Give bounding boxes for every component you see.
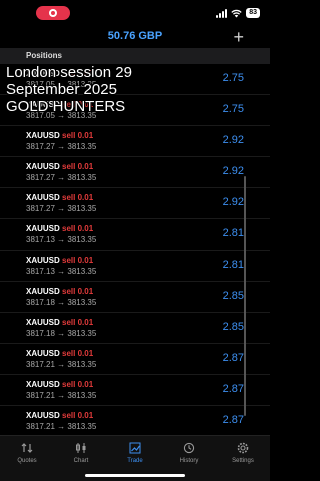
position-profit: 2.92 <box>222 165 244 178</box>
position-side: sell 0.01 <box>62 224 94 234</box>
position-profit: 2.87 <box>222 414 244 427</box>
status-icons: 83 <box>216 8 260 18</box>
positions-section-header: Positions <box>0 48 270 64</box>
position-row[interactable]: XAUUSD sell 0.01 3817.27 → 3813.35 2.92 <box>0 157 270 189</box>
position-profit: 2.87 <box>222 351 244 364</box>
tab-label: Trade <box>127 458 143 464</box>
position-prices: 3817.18 → 3813.35 <box>26 297 97 307</box>
position-prices: 3817.13 → 3813.35 <box>26 235 97 245</box>
position-prices: 3817.13 → 3813.35 <box>26 266 97 276</box>
trade-header: 50.76 GBP + <box>0 27 270 48</box>
position-row[interactable]: XAUUSD sell 0.01 3817.21 → 3813.35 2.87 <box>0 375 270 407</box>
tab-label: Chart <box>73 458 89 464</box>
position-symbol: XAUUSD <box>26 348 60 358</box>
section-title: Positions <box>26 51 63 60</box>
position-side: sell 0.01 <box>62 411 94 421</box>
position-row[interactable]: XAUUSD sell 0.01 3817.27 → 3813.35 2.92 <box>0 188 270 220</box>
position-row[interactable]: XAUUSD sell 0.01 3817.18 → 3813.35 2.85 <box>0 313 270 344</box>
position-symbol: XAUUSD <box>26 162 60 172</box>
position-symbol: XAUUSD <box>26 317 60 327</box>
position-row[interactable]: XAUUSD sell 0.01 3817.13 → 3813.35 2.81 <box>0 219 270 251</box>
bottom-tab-bar: Quotes Chart Trade History Settings <box>0 435 270 481</box>
position-side: sell 0.01 <box>62 131 94 141</box>
position-side: sell 0.01 <box>62 162 94 172</box>
status-bar: 83 <box>0 0 270 24</box>
tab-settings[interactable]: Settings <box>216 436 270 481</box>
position-prices: 3817.27 → 3813.35 <box>26 173 97 183</box>
position-row[interactable]: XAUUSD sell 0.01 3817.21 → 3813.35 2.87 <box>0 344 270 375</box>
caption-line: London session 29 <box>6 64 132 81</box>
position-symbol: XAUUSD <box>26 131 60 141</box>
position-prices: 3817.21 → 3813.35 <box>26 422 97 432</box>
scrollbar[interactable] <box>244 176 246 416</box>
position-profit: 2.92 <box>222 134 244 147</box>
record-icon <box>49 9 57 17</box>
position-profit: 2.75 <box>222 103 244 116</box>
position-side: sell 0.01 <box>62 193 94 203</box>
position-prices: 3817.21 → 3813.35 <box>26 359 97 369</box>
caption-overlay: London session 29 September 2025 GOLD HU… <box>6 64 206 115</box>
position-symbol: XAUUSD <box>26 255 60 265</box>
position-row[interactable]: XAUUSD sell 0.01 3817.18 → 3813.35 2.85 <box>0 282 270 313</box>
position-side: sell 0.01 <box>62 348 94 358</box>
screen-recording-indicator[interactable] <box>36 6 70 20</box>
tab-label: Quotes <box>17 458 37 464</box>
caption-line: September 2025 <box>6 81 117 98</box>
position-prices: 3817.21 → 3813.35 <box>26 390 97 400</box>
position-symbol: XAUUSD <box>26 379 60 389</box>
position-profit: 2.92 <box>222 196 244 209</box>
quotes-icon <box>0 442 54 454</box>
position-profit: 2.85 <box>222 289 244 302</box>
wifi-icon <box>231 9 242 17</box>
position-symbol: XAUUSD <box>26 411 60 421</box>
position-side: sell 0.01 <box>62 255 94 265</box>
position-side: sell 0.01 <box>62 317 94 327</box>
chart-icon <box>54 442 108 454</box>
settings-icon <box>216 442 270 454</box>
position-side: sell 0.01 <box>62 379 94 389</box>
cellular-signal-icon <box>216 8 228 18</box>
tab-quotes[interactable]: Quotes <box>0 436 54 481</box>
position-prices: 3817.27 → 3813.35 <box>26 204 97 214</box>
trade-icon <box>108 442 162 454</box>
position-profit: 2.81 <box>222 227 244 240</box>
position-profit: 2.75 <box>222 72 244 84</box>
history-icon <box>162 442 216 454</box>
position-side: sell 0.01 <box>62 286 94 296</box>
position-profit: 2.87 <box>222 382 244 395</box>
battery-indicator: 83 <box>246 8 260 18</box>
account-balance: 50.76 GBP <box>107 30 163 42</box>
position-profit: 2.85 <box>222 320 244 333</box>
position-row[interactable]: XAUUSD sell 0.01 3817.13 → 3813.35 2.81 <box>0 251 270 282</box>
position-symbol: XAUUSD <box>26 224 60 234</box>
caption-line: GOLD HUNTERS <box>6 98 126 115</box>
home-indicator[interactable] <box>85 474 185 477</box>
position-prices: 3817.27 → 3813.35 <box>26 142 97 152</box>
position-row[interactable]: XAUUSD sell 0.01 3817.27 → 3813.35 2.92 <box>0 126 270 158</box>
position-profit: 2.81 <box>222 258 244 271</box>
tab-label: History <box>179 458 199 464</box>
position-row[interactable]: XAUUSD sell 0.01 3817.21 → 3813.35 2.87 <box>0 406 270 438</box>
position-symbol: XAUUSD <box>26 286 60 296</box>
position-symbol: XAUUSD <box>26 193 60 203</box>
tab-label: Settings <box>232 458 254 464</box>
position-prices: 3817.18 → 3813.35 <box>26 328 97 338</box>
positions-list: XAUUSD sell 0.01 3817.05 → 3813.35 2.75 … <box>0 64 270 438</box>
new-order-button[interactable]: + <box>233 27 244 47</box>
